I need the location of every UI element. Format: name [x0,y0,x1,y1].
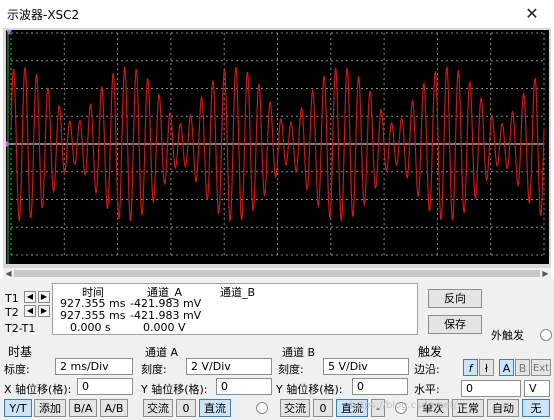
t1-left-arrow-icon[interactable]: ◀ [24,291,36,303]
channel-b-scale-label: 刻度: [278,363,304,376]
trigger-edge-label: 边沿: [414,363,440,376]
channel-a-radio[interactable] [256,402,268,414]
t2t1-time: 0.000 s [70,321,111,334]
trigger-source-a-button[interactable]: A [499,359,514,376]
channel-a-dc-button[interactable]: 直流 [199,399,231,417]
trigger-level-label: 水平: [414,383,440,396]
t1-right-arrow-icon[interactable]: ▶ [38,291,50,303]
rising-edge-icon[interactable]: f [463,359,478,376]
timebase-scale-input[interactable]: 2 ms/Div [55,358,133,375]
mode-yt-button[interactable]: Y/T [4,399,32,417]
timebase-xpos-input[interactable]: 0 [77,378,133,395]
trigger-source-ext-button[interactable]: Ext [531,359,551,376]
trigger-auto-button[interactable]: 自动 [487,399,519,417]
scroll-left-icon[interactable]: ◀ [3,268,14,279]
channel-b-ac-button[interactable]: 交流 [280,399,310,417]
t2-right-arrow-icon[interactable]: ▶ [38,305,50,317]
channel-a-ac-button[interactable]: 交流 [143,399,173,417]
close-icon[interactable]: ✕ [519,3,545,25]
t2t1-label: T2-T1 [5,322,36,335]
t1-label: T1 [5,292,19,305]
t2-left-arrow-icon[interactable]: ◀ [24,305,36,317]
reverse-button[interactable]: 反向 [428,289,482,308]
timebase-title: 时基 [8,345,33,359]
waveform-display [6,30,549,264]
timebase-xpos-label: X 轴位移(格): [4,383,72,396]
trigger-title: 触发 [418,345,443,359]
trigger-source-b-button[interactable]: B [515,359,530,376]
channel-a-scale-input[interactable]: 2 V/Div [186,358,272,375]
channel-a-title: 通道 A [145,346,179,359]
scroll-thumb[interactable] [14,270,540,277]
channel-b-scale-input[interactable]: 5 V/Div [323,358,409,375]
trigger-none-button[interactable]: 无 [522,399,550,417]
col-channel-b-header: 通道_B [220,286,256,299]
external-trigger-label: 外触发 [491,329,524,342]
mode-ba-button[interactable]: B/A [69,399,97,417]
external-trigger-radio[interactable] [540,329,552,341]
channel-b-zero-button[interactable]: 0 [313,399,333,417]
oscilloscope-screen [6,30,549,264]
mode-ab-button[interactable]: A/B [100,399,128,417]
title-bar [0,0,554,28]
scroll-right-icon[interactable]: ▶ [540,268,551,279]
trigger-level-unit[interactable]: V [524,380,550,397]
channel-b-ypos-input[interactable]: 0 [352,378,408,395]
trigger-level-input[interactable]: 0 [461,380,521,397]
channel-a-scale-label: 刻度: [141,363,167,376]
timebase-scale-label: 标度: [4,363,30,376]
channel-a-ypos-label: Y 轴位移(格): [141,383,208,396]
save-button[interactable]: 保存 [428,315,482,334]
watermark: https://blog.csdn.net/... [350,400,467,411]
falling-edge-icon[interactable]: ł [479,359,494,376]
channel-b-ypos-label: Y 轴位移(格): [276,383,343,396]
channel-a-zero-button[interactable]: 0 [176,399,196,417]
mode-add-button[interactable]: 添加 [34,399,66,417]
window-title: 示波器-XSC2 [7,8,80,22]
channel-a-ypos-input[interactable]: 0 [216,378,272,395]
channel-b-title: 通道 B [282,346,316,359]
t2-label: T2 [5,306,19,319]
t2t1-channel-a: 0.000 V [143,321,186,334]
